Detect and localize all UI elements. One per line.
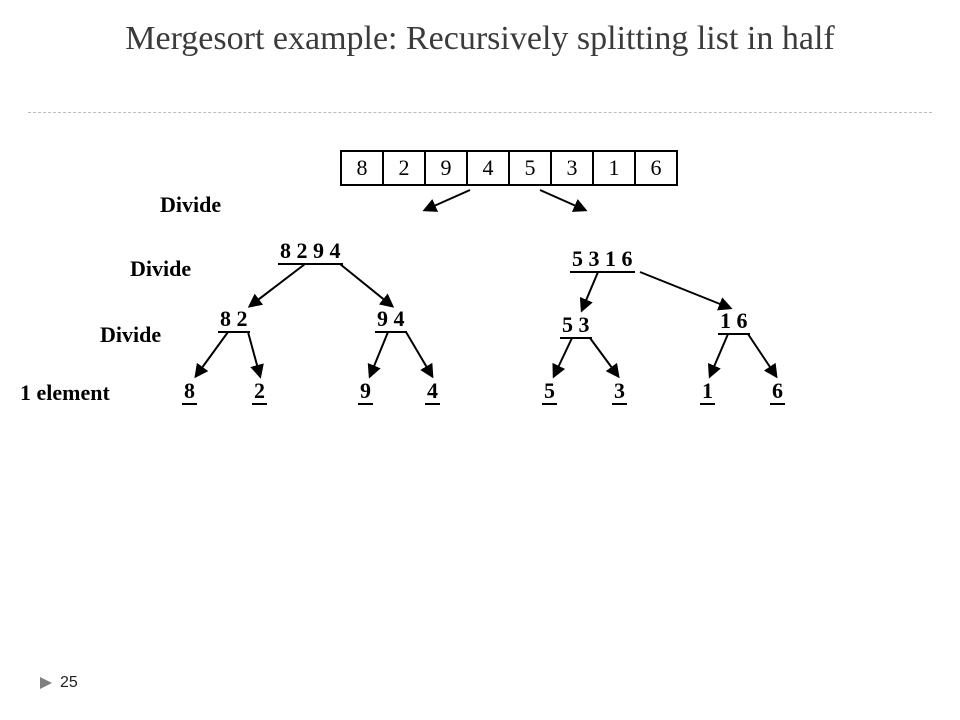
group-5316: 5 3 1 6: [570, 246, 635, 272]
leaf-3: 3: [612, 378, 627, 404]
label-divide-1: Divide: [160, 192, 221, 218]
page-number-area: 25: [40, 674, 78, 692]
cell-7: 6: [636, 152, 676, 184]
leaf-8: 8: [182, 378, 197, 404]
cell-6: 1: [594, 152, 636, 184]
cell-3: 4: [468, 152, 510, 184]
group-94: 9 4: [375, 306, 407, 332]
leaf-5: 5: [542, 378, 557, 404]
group-8294: 8 2 9 4: [278, 238, 343, 264]
cell-4: 5: [510, 152, 552, 184]
leaf-9: 9: [358, 378, 373, 404]
cell-2: 9: [426, 152, 468, 184]
bullet-icon: [40, 677, 54, 689]
label-divide-3: Divide: [100, 322, 161, 348]
cell-0: 8: [342, 152, 384, 184]
label-1-element: 1 element: [20, 380, 110, 406]
title-divider: [28, 112, 932, 113]
leaf-1: 1: [700, 378, 715, 404]
group-82: 8 2: [218, 306, 250, 332]
slide: Mergesort example: Recursively splitting…: [0, 0, 960, 720]
leaf-2: 2: [252, 378, 267, 404]
leaf-4: 4: [425, 378, 440, 404]
leaf-6: 6: [770, 378, 785, 404]
slide-title: Mergesort example: Recursively splitting…: [0, 18, 960, 61]
array-original: 8 2 9 4 5 3 1 6: [340, 150, 678, 186]
arrows-overlay: [0, 0, 960, 720]
group-53: 5 3: [560, 312, 592, 338]
cell-1: 2: [384, 152, 426, 184]
page-number: 25: [60, 674, 78, 692]
label-divide-2: Divide: [130, 256, 191, 282]
group-16: 1 6: [718, 308, 750, 334]
cell-5: 3: [552, 152, 594, 184]
